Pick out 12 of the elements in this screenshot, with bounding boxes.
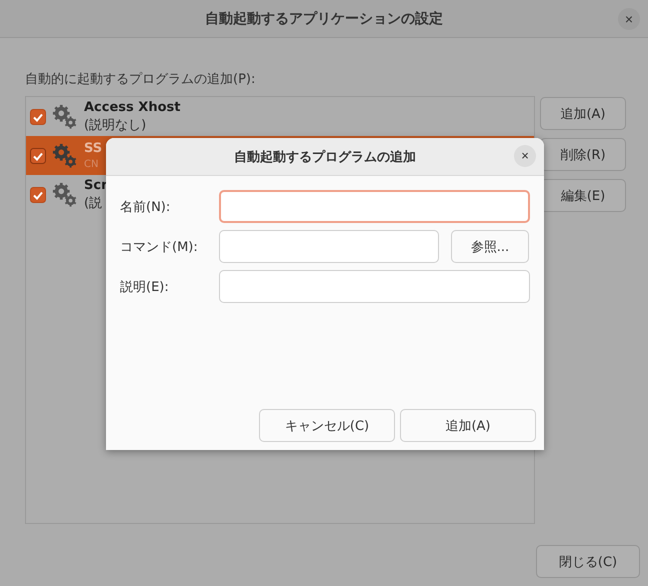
program-name: Access Xhost: [84, 98, 180, 116]
window-title: 自動起動するアプリケーションの設定: [205, 10, 443, 28]
program-description: CN: [84, 158, 100, 172]
program-name: Scr: [84, 176, 108, 194]
program-description: (説明なし): [84, 116, 148, 134]
field-label: 説明(E):: [120, 278, 170, 296]
program-name: SS: [84, 140, 102, 158]
dialog-title: 自動起動するプログラムの追加: [234, 148, 416, 166]
field-label: 名前(N):: [120, 198, 172, 216]
field-label: コマンド(M):: [120, 238, 199, 256]
list-label: 自動的に起動するプログラムの追加(P):: [25, 71, 256, 88]
program-description: (説: [84, 194, 104, 212]
